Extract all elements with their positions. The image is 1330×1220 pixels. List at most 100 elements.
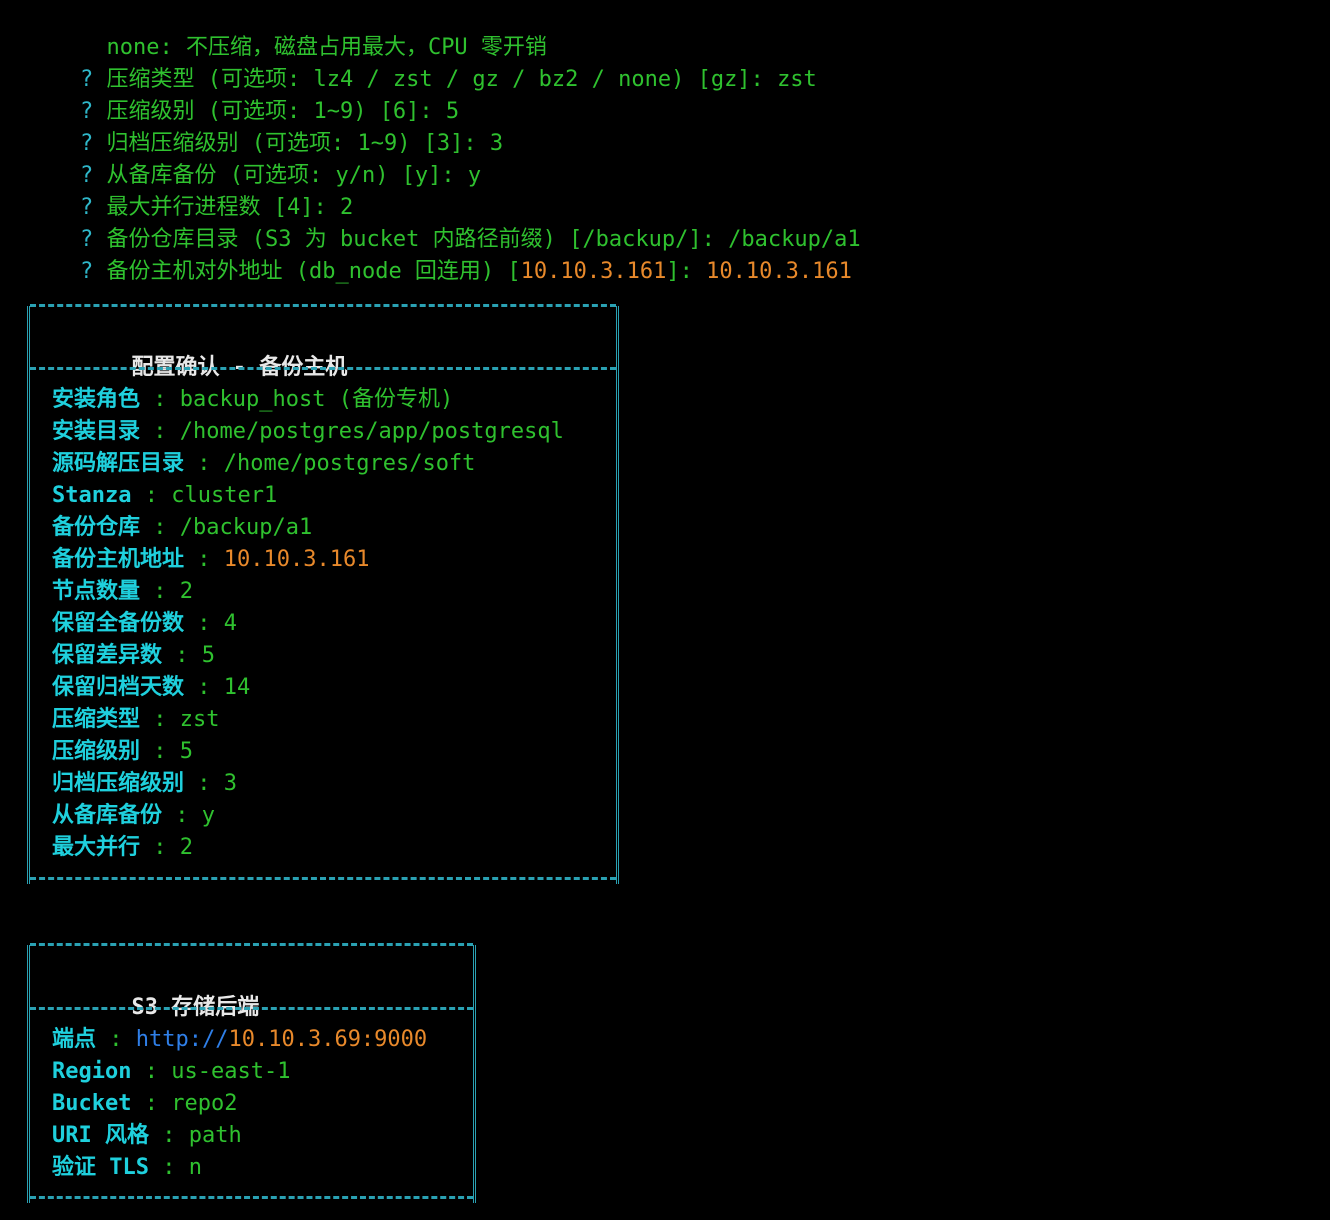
confirm_box-row: 归档压缩级别 : 3: [52, 768, 237, 800]
confirm_box-key: 压缩级别: [52, 739, 141, 764]
separator: :: [131, 1091, 172, 1116]
prompt-compress-type: ? 压缩类型 (可选项: lz4 / zst / gz / bz2 / none…: [27, 32, 817, 92]
confirm_box-value: /home/postgres/app/postgresql: [179, 419, 564, 444]
confirm_box-key: 归档压缩级别: [52, 771, 185, 796]
prompt-answer: 3: [489, 131, 504, 156]
separator: :: [131, 483, 172, 508]
terminal-window[interactable]: none: 不压缩，磁盘占用最大，CPU 零开销 ? 压缩类型 (可选项: lz…: [0, 0, 1330, 1220]
confirm_box-row: Stanza : cluster1: [52, 480, 277, 512]
s3_box-row: 验证 TLS : n: [52, 1152, 202, 1184]
s3_box-row: URI 风格 : path: [52, 1120, 242, 1152]
confirm_box-value: 5: [179, 739, 194, 764]
confirm_box-value: 4: [223, 611, 238, 636]
prompt-answer: y: [467, 163, 482, 188]
s3-backend-box: S3 存储后端 端点 : http://10.10.3.69:9000 Regio…: [27, 943, 476, 1203]
confirm_box-row: 备份仓库 : /backup/a1: [52, 512, 312, 544]
box-bottom-border: [30, 1196, 473, 1199]
separator: :: [140, 387, 180, 412]
confirm_box-value: 10.10.3.161: [223, 547, 370, 572]
s3_box-value: 10.10.3.69:9000: [228, 1027, 428, 1052]
confirm_box-key: 压缩类型: [52, 707, 141, 732]
confirm_box-row: 压缩类型 : zst: [52, 704, 220, 736]
separator: :: [140, 515, 180, 540]
confirm_box-key: 最大并行: [52, 835, 141, 860]
separator: :: [140, 739, 180, 764]
s3_box-key: Bucket: [52, 1091, 132, 1116]
prompt-repo-path: ? 备份仓库目录 (S3 为 bucket 内路径前缀) [/backup/]:…: [27, 192, 861, 252]
config-confirm-box: 配置确认 - 备份主机 安装角色 : backup_host (备份专机) 安装目…: [27, 304, 619, 884]
box-title-divider: [30, 1007, 473, 1010]
confirm_box-value: 2: [179, 835, 194, 860]
prompt-hint-line: none: 不压缩，磁盘占用最大，CPU 零开销: [27, 0, 546, 60]
confirm_box-value: zst: [179, 707, 220, 732]
separator: :: [184, 547, 224, 572]
s3_box-value: n: [188, 1155, 202, 1180]
confirm_box-value: backup_host (备份专机): [179, 387, 454, 412]
confirm_box-row: 保留差异数 : 5: [52, 640, 215, 672]
s3_box-value: repo2: [171, 1091, 238, 1116]
confirm_box-key: 从备库备份: [52, 803, 163, 828]
prompt-compress-level: ? 压缩级别 (可选项: 1~9) [6]: 5: [27, 64, 459, 124]
separator: :: [184, 611, 224, 636]
prompt-host-addr: ? 备份主机对外地址 (db_node 回连用) [10.10.3.161]: …: [27, 224, 852, 284]
s3_box-value-scheme: http://: [135, 1027, 229, 1052]
s3_box-value: us-east-1: [171, 1059, 291, 1084]
confirm_box-value: y: [201, 803, 216, 828]
separator: :: [131, 1059, 172, 1084]
separator: :: [162, 803, 202, 828]
separator: :: [148, 1123, 189, 1148]
s3_box-key: 端点: [52, 1027, 97, 1052]
confirm_box-key: 节点数量: [52, 579, 141, 604]
confirm_box-key: 安装目录: [52, 419, 141, 444]
prompt-label-end: ]:: [666, 259, 693, 284]
box-top-border: [30, 304, 616, 307]
separator: :: [184, 675, 224, 700]
prompt-archive-level: ? 归档压缩级别 (可选项: 1~9) [3]: 3: [27, 96, 503, 156]
confirm_box-row: 最大并行 : 2: [52, 832, 193, 864]
s3_box-row: Bucket : repo2: [52, 1088, 237, 1120]
confirm_box-row: 保留全备份数 : 4: [52, 608, 237, 640]
confirm_box-key: 源码解压目录: [52, 451, 185, 476]
confirm_box-key: 安装角色: [52, 387, 141, 412]
separator: :: [184, 771, 224, 796]
s3_box-row: Region : us-east-1: [52, 1056, 290, 1088]
separator: :: [140, 707, 180, 732]
confirm_box-row: 节点数量 : 2: [52, 576, 193, 608]
confirm_box-key: 保留归档天数: [52, 675, 185, 700]
confirm_box-row: 备份主机地址 : 10.10.3.161: [52, 544, 369, 576]
confirm_box-key: Stanza: [52, 483, 132, 508]
confirm_box-value: /home/postgres/soft: [223, 451, 476, 476]
separator: :: [96, 1027, 136, 1052]
s3_box-key: 验证 TLS: [52, 1155, 149, 1180]
box-title: 配置确认 - 备份主机: [52, 320, 347, 380]
confirm_box-row: 从备库备份 : y: [52, 800, 215, 832]
confirm_box-value: 3: [223, 771, 238, 796]
box-title: S3 存储后端: [52, 960, 259, 1020]
confirm_box-key: 保留差异数: [52, 643, 163, 668]
prompt-answer: 10.10.3.161: [706, 259, 852, 284]
box-bottom-border: [30, 877, 616, 880]
separator: :: [140, 419, 180, 444]
separator: :: [162, 643, 202, 668]
confirm_box-row: 安装角色 : backup_host (备份专机): [52, 384, 453, 416]
prompt-label: 备份主机对外地址 (db_node 回连用) [: [106, 259, 521, 284]
s3_box-value: path: [188, 1123, 242, 1148]
confirm_box-row: 保留归档天数 : 14: [52, 672, 250, 704]
confirm_box-row: 压缩级别 : 5: [52, 736, 193, 768]
prompt-standby-backup: ? 从备库备份 (可选项: y/n) [y]: y: [27, 128, 481, 188]
separator: :: [184, 451, 224, 476]
prompt-answer: zst: [777, 67, 817, 92]
separator: :: [148, 1155, 189, 1180]
s3_box-key: Region: [52, 1059, 132, 1084]
confirm_box-row: 源码解压目录 : /home/postgres/soft: [52, 448, 475, 480]
confirm_box-value: 14: [223, 675, 251, 700]
box-top-border: [30, 943, 473, 946]
separator: :: [140, 835, 180, 860]
confirm_box-key: 保留全备份数: [52, 611, 185, 636]
s3_box-key: URI 风格: [52, 1123, 149, 1148]
confirm_box-value: 2: [179, 579, 194, 604]
confirm_box-value: 5: [201, 643, 216, 668]
separator: :: [140, 579, 180, 604]
confirm_box-key: 备份主机地址: [52, 547, 185, 572]
box-title-divider: [30, 367, 616, 370]
